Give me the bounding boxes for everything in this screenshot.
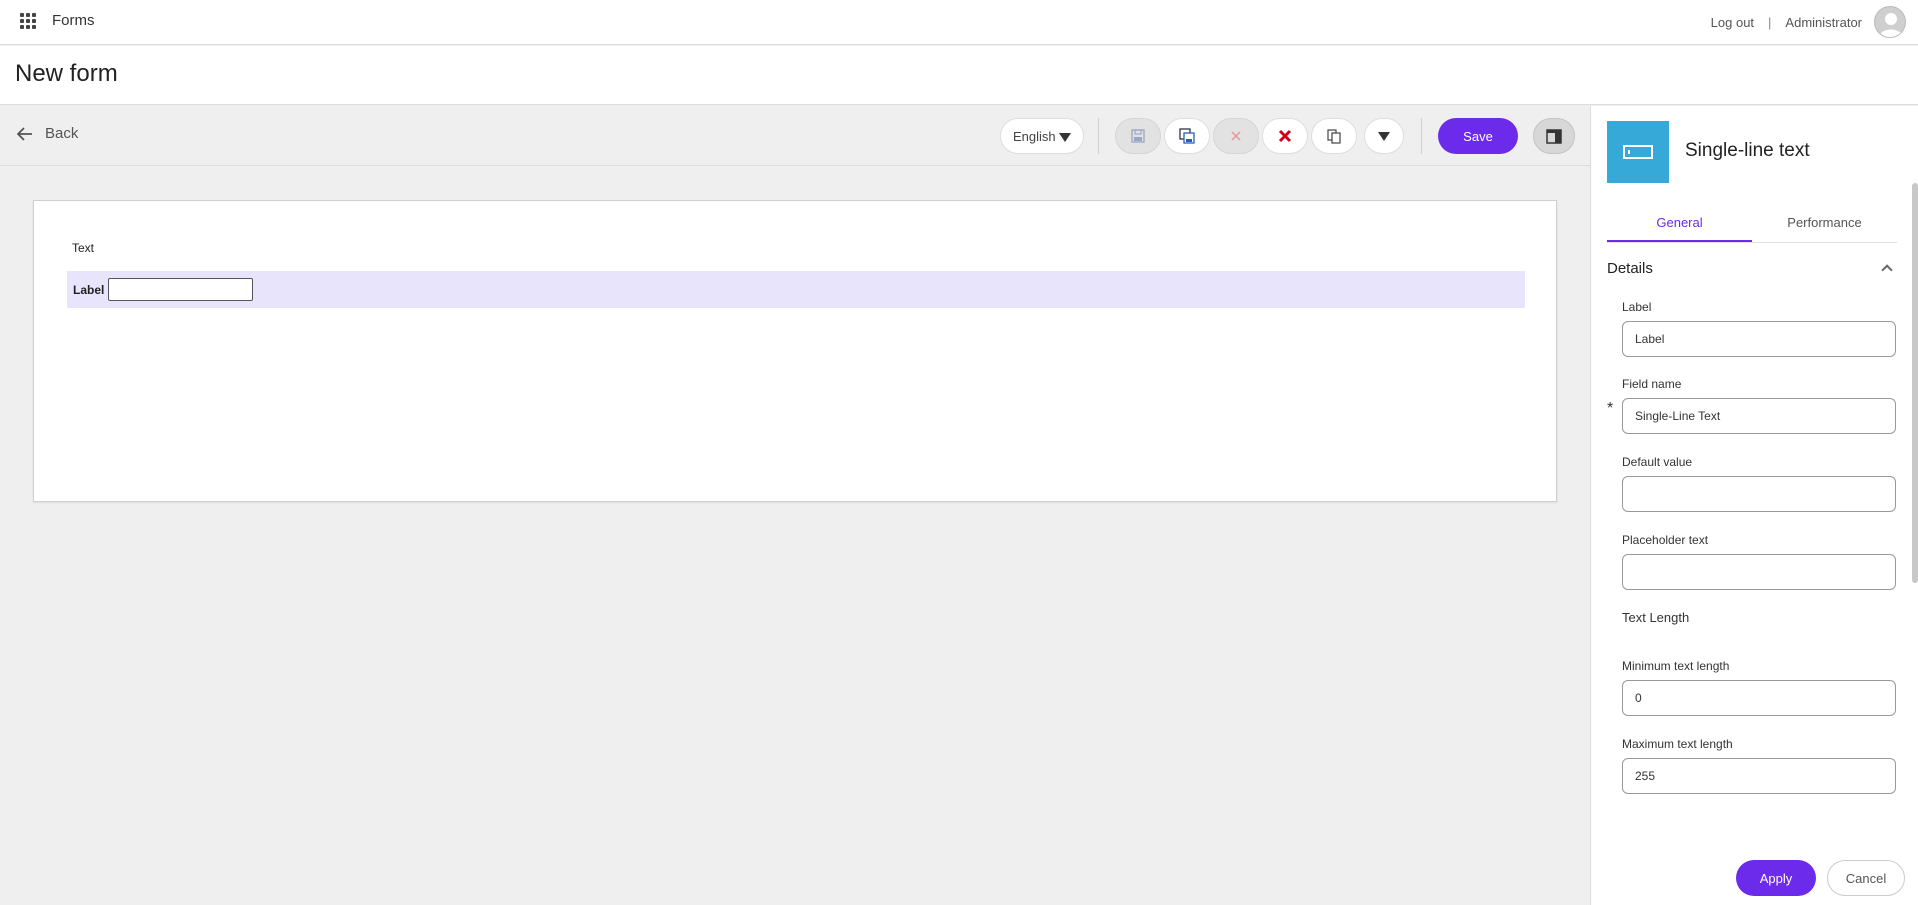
toolbar-divider [1098,118,1099,154]
selected-field-row[interactable]: Label [67,271,1525,308]
field-name-input[interactable]: Single-Line Text [1622,398,1896,434]
panel-scrollbar[interactable] [1912,183,1918,583]
form-canvas[interactable]: Text Label [33,200,1557,502]
delete-icon [1278,129,1292,143]
save-draft-button[interactable] [1115,118,1161,154]
caret-down-icon [1059,133,1071,142]
section-text[interactable]: Text [72,241,94,255]
back-label: Back [45,125,79,142]
field-label: Label [73,282,105,297]
page-title: New form [15,60,118,87]
save-button[interactable]: Save [1438,118,1518,154]
copy-button[interactable] [1311,118,1357,154]
user-menu: Log out | Administrator [1711,6,1906,38]
max-length-input[interactable]: 255 [1622,758,1896,794]
apps-grid-icon[interactable] [20,13,36,29]
language-value: English [1013,128,1056,144]
arrow-left-icon [17,126,32,141]
details-title: Details [1607,259,1653,277]
required-mark: * [1607,400,1614,417]
tab-general[interactable]: General [1607,205,1752,242]
field-preview-input[interactable] [108,278,254,301]
single-line-text-icon [1607,121,1669,183]
panel-tabs: General Performance [1607,205,1897,243]
chevron-up-icon [1881,264,1893,276]
text-length-heading: Text Length [1622,610,1690,625]
panel-layout-icon [1546,128,1562,144]
details-section-header[interactable]: Details [1607,253,1897,283]
placeholder-text-input[interactable] [1622,554,1896,590]
tab-performance[interactable]: Performance [1752,205,1897,242]
label-field[interactable]: Label [1622,321,1896,357]
default-value-label: Default value [1622,455,1693,469]
delete-button[interactable] [1262,118,1308,154]
panel-toggle-button[interactable] [1533,118,1575,154]
form-toolbar: Back English Save [0,106,1590,166]
page-header: New form [0,46,1918,105]
top-bar: Forms Log out | Administrator [0,0,1918,45]
apply-button[interactable]: Apply [1736,860,1816,896]
app-title: Forms [52,12,95,29]
discard-button[interactable] [1213,118,1259,154]
field-name-label: Field name [1622,377,1682,391]
user-avatar-icon[interactable] [1874,6,1906,38]
max-length-label: Maximum text length [1622,737,1733,751]
component-title: Single-line text [1685,140,1810,161]
save-as-button[interactable] [1164,118,1210,154]
language-select[interactable]: English [1000,118,1084,154]
separator: | [1768,14,1772,30]
more-options-button[interactable] [1364,118,1404,154]
label-field-label: Label [1622,300,1652,314]
discard-icon [1231,131,1241,141]
more-options-icon [1378,131,1390,141]
copy-icon [1327,128,1341,144]
user-name[interactable]: Administrator [1785,15,1862,30]
save-icon [1131,129,1145,143]
placeholder-text-label: Placeholder text [1622,533,1709,547]
back-button[interactable]: Back [17,125,78,142]
logout-link[interactable]: Log out [1711,15,1754,30]
save-as-icon [1179,128,1195,144]
cancel-button[interactable]: Cancel [1827,860,1905,896]
properties-panel: Single-line text General Performance Det… [1590,106,1918,905]
min-length-label: Minimum text length [1622,659,1730,673]
toolbar-divider [1421,118,1422,154]
default-value-input[interactable] [1622,476,1896,512]
min-length-input[interactable]: 0 [1622,680,1896,716]
